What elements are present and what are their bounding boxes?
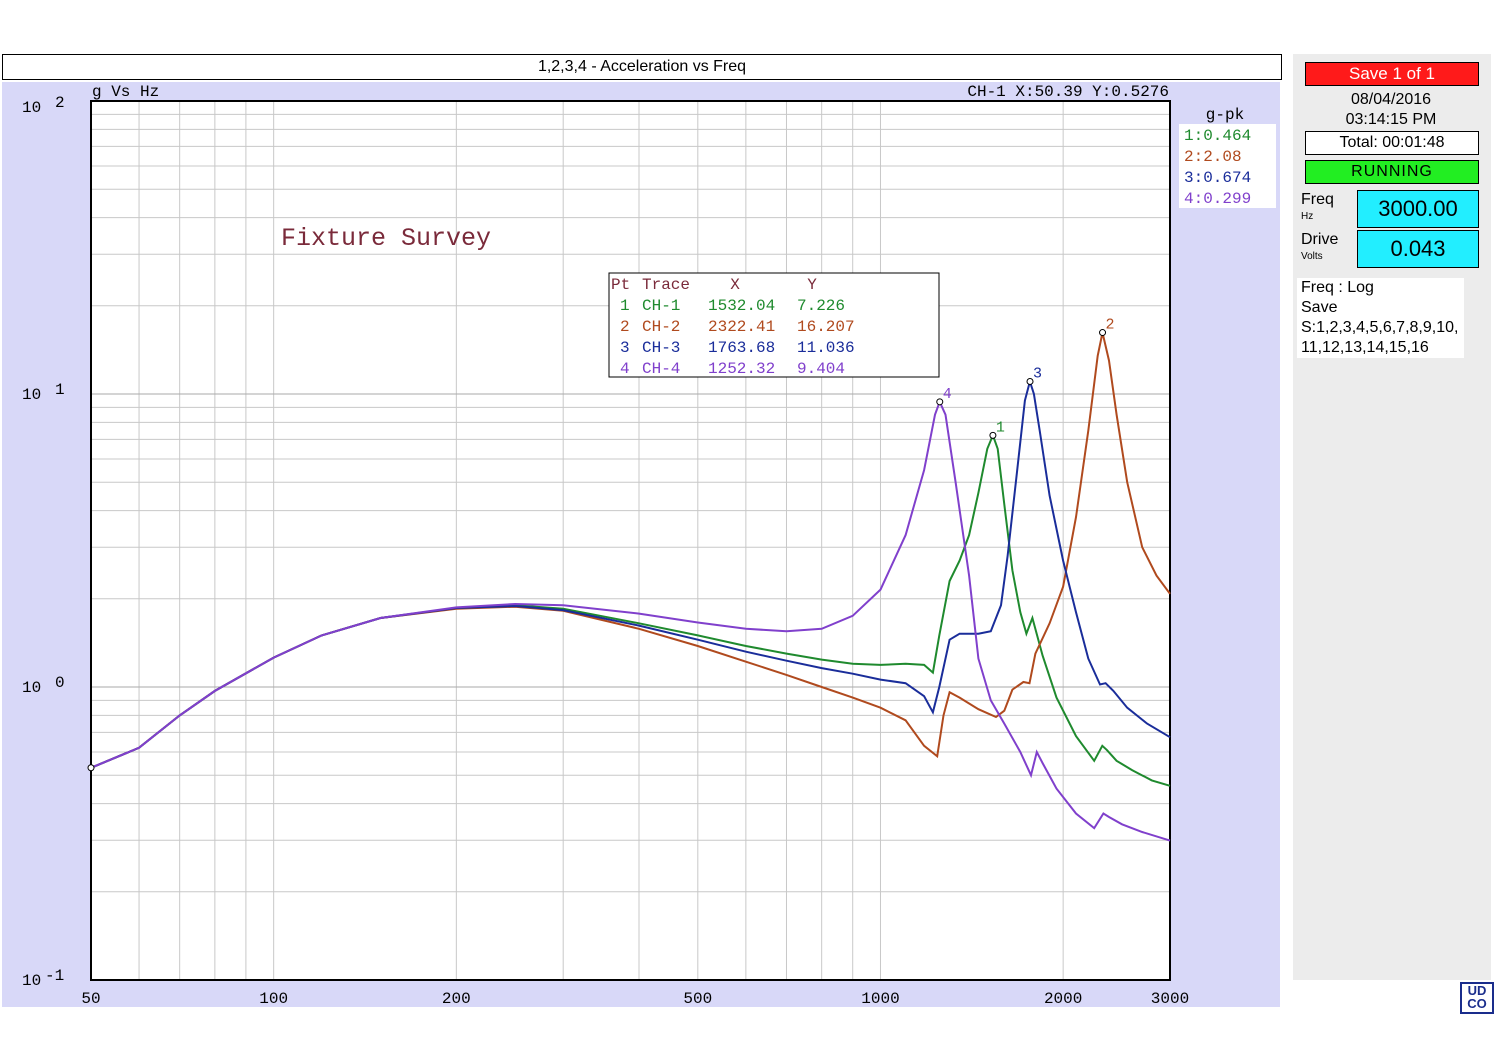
legend: g-pk 1:0.464 2:2.08 3:0.674 4:0.299 — [1179, 106, 1276, 208]
y-tick-exponent: 2 — [55, 94, 65, 112]
legend-entry-4: 4:0.299 — [1184, 190, 1251, 208]
logo-text-bottom: CO — [1467, 996, 1487, 1011]
peak-table-header: Y — [807, 276, 817, 294]
info-line: S:1,2,3,4,5,6,7,8,9,10, — [1301, 319, 1459, 336]
y-tick-exponent: -1 — [45, 967, 64, 985]
info-panel: Freq : Log Save S:1,2,3,4,5,6,7,8,9,10, … — [1297, 278, 1464, 358]
peak-table-cell: CH-2 — [642, 318, 680, 336]
x-tick-label: 50 — [81, 990, 100, 1008]
freq-readout: 3000.00 — [1357, 190, 1479, 228]
x-tick-label: 500 — [683, 990, 712, 1008]
status-badge: RUNNING — [1305, 160, 1479, 184]
y-tick-base: 10 — [22, 679, 41, 697]
acceleration-chart: 1234 50 100 200 500 1000 2000 300010 -110 010 110… — [22, 83, 1276, 1008]
x-tick-label: 100 — [259, 990, 288, 1008]
drive-unit: Volts — [1301, 251, 1323, 262]
legend-entry-3: 3:0.674 — [1184, 169, 1251, 187]
info-line: Save — [1301, 299, 1338, 316]
y-tick-base: 10 — [22, 972, 41, 990]
drive-readout: 0.043 — [1357, 230, 1479, 268]
peak-table-cell: 4 — [620, 360, 630, 378]
peak-table-cell: 16.207 — [797, 318, 855, 336]
x-tick-label: 1000 — [861, 990, 899, 1008]
annotation-text: Fixture Survey — [281, 224, 491, 253]
x-tick-label: 3000 — [1151, 990, 1189, 1008]
peak-marker-label: 3 — [1033, 365, 1042, 382]
info-line: Freq : Log — [1301, 279, 1374, 296]
peak-table-cell: 1532.04 — [708, 297, 775, 315]
date-text: 08/04/2016 — [1350, 91, 1432, 108]
legend-title: g-pk — [1206, 106, 1244, 124]
legend-entry-1: 1:0.464 — [1184, 127, 1251, 145]
peak-table-header: X — [730, 276, 740, 294]
peak-table-cell: CH-1 — [642, 297, 680, 315]
x-tick-label: 200 — [442, 990, 471, 1008]
freq-unit: Hz — [1301, 211, 1314, 222]
time-text: 03:14:15 PM — [1345, 111, 1437, 128]
y-tick-exponent: 0 — [55, 674, 65, 692]
peak-marker-label: 1 — [996, 419, 1005, 436]
peak-table-cell: 2 — [620, 318, 630, 336]
udco-logo: UD CO — [1460, 982, 1494, 1014]
peak-table-cell: 3 — [620, 339, 630, 357]
peak-table-cell: CH-4 — [642, 360, 680, 378]
peak-table-cell: CH-3 — [642, 339, 680, 357]
legend-entry-2: 2:2.08 — [1184, 148, 1242, 166]
peak-table-cell: 7.226 — [797, 297, 845, 315]
peak-table-cell: 1252.32 — [708, 360, 775, 378]
peak-table: Pt Trace X Y 1 CH-1 1532.04 7.226 2 CH-2 2322.41 16… — [608, 272, 940, 378]
peak-table-cell: 11.036 — [797, 339, 855, 357]
peak-table-header: Trace — [642, 276, 690, 294]
freq-label: Freq — [1301, 191, 1334, 208]
axis-title: g Vs Hz — [92, 83, 159, 101]
drive-label: Drive — [1301, 231, 1339, 248]
peak-table-cell: 2322.41 — [708, 318, 775, 336]
peak-marker-label: 4 — [943, 386, 952, 403]
info-line: 11,12,13,14,15,16 — [1301, 339, 1429, 356]
peak-table-cell: 1 — [620, 297, 630, 315]
y-tick-base: 10 — [22, 386, 41, 404]
save-button[interactable]: Save 1 of 1 — [1305, 62, 1479, 86]
peak-marker-label: 2 — [1106, 317, 1115, 334]
y-tick-exponent: 1 — [55, 381, 65, 399]
peak-table-cell: 1763.68 — [708, 339, 775, 357]
y-tick-base: 10 — [22, 99, 41, 117]
cursor-marker — [87, 764, 95, 772]
peak-table-cell: 9.404 — [797, 360, 845, 378]
x-tick-label: 2000 — [1044, 990, 1082, 1008]
cursor-readout: CH-1 X:50.39 Y:0.5276 — [967, 83, 1169, 101]
total-time: Total: 00:01:48 — [1305, 131, 1479, 155]
peak-table-header: Pt — [611, 276, 630, 294]
